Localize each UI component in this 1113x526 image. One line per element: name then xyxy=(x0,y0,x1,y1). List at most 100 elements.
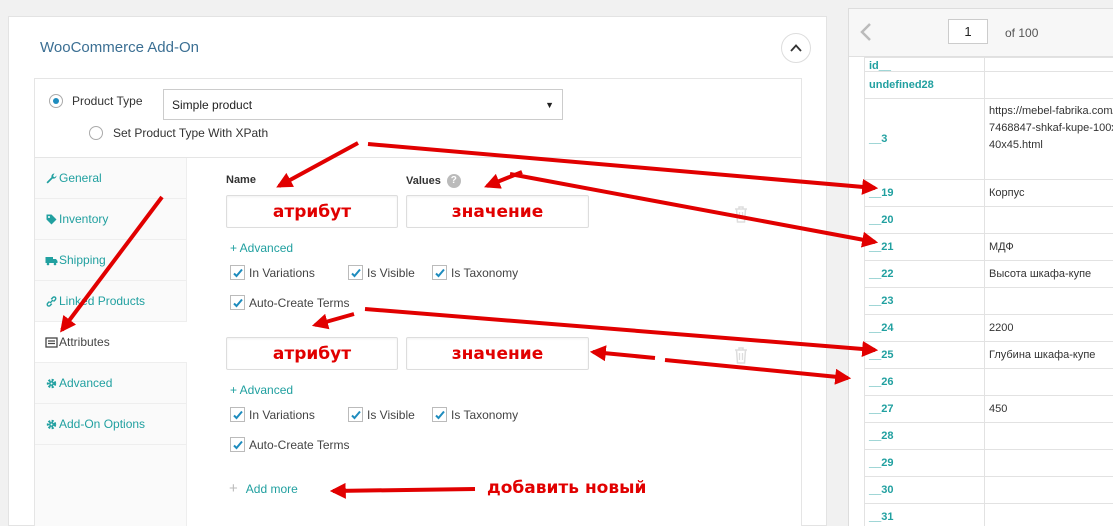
xml-row: __3https://mebel-fabrika.com/p57468847-s… xyxy=(864,98,1113,180)
is-visible-checkbox[interactable] xyxy=(348,407,363,422)
list-icon xyxy=(45,336,58,349)
xpath-radio[interactable] xyxy=(89,126,103,140)
xml-key-cell[interactable]: __28 xyxy=(864,422,985,450)
tab-label: Linked Products xyxy=(59,294,146,308)
auto-create-checkbox[interactable] xyxy=(230,437,245,452)
is-taxonomy-checkbox[interactable] xyxy=(432,265,447,280)
attribute-values-input[interactable]: значение xyxy=(406,337,589,370)
advanced-toggle[interactable]: + Advanced xyxy=(230,241,293,255)
auto-create-checkbox-row[interactable]: Auto-Create Terms xyxy=(230,437,349,452)
xml-key-cell[interactable]: undefined28 xyxy=(864,71,985,99)
attributes-panel: Name Values? атрибут значение + Advanced… xyxy=(187,158,801,526)
panel-title: WooCommerce Add-On xyxy=(40,39,199,56)
product-data-tabs: General Inventory Shipping Linked Produc… xyxy=(35,158,187,526)
checkmark-icon xyxy=(434,410,445,419)
product-data-box: General Inventory Shipping Linked Produc… xyxy=(35,157,801,526)
checkbox-label: Auto-Create Terms xyxy=(249,295,350,310)
name-column-label: Name xyxy=(226,174,256,186)
xml-row: __22 Высота шкафа-купе xyxy=(864,260,1113,288)
xpath-radio-row[interactable]: Set Product Type With XPath xyxy=(89,126,268,140)
xml-key-cell[interactable]: __31 xyxy=(864,503,985,526)
link-icon xyxy=(45,295,58,308)
xml-value-cell xyxy=(984,57,1113,72)
checkbox-label: In Variations xyxy=(249,407,315,422)
tab-label: Attributes xyxy=(59,335,110,349)
attribute-values-value: значение xyxy=(451,343,544,364)
attribute-name-input[interactable]: атрибут xyxy=(226,337,398,370)
is-visible-checkbox[interactable] xyxy=(348,265,363,280)
trash-icon[interactable] xyxy=(733,346,749,364)
in-variations-checkbox-row[interactable]: In Variations xyxy=(230,265,315,280)
in-variations-checkbox[interactable] xyxy=(230,265,245,280)
in-variations-checkbox[interactable] xyxy=(230,407,245,422)
tab-add-on-options[interactable]: Add-On Options xyxy=(35,404,186,445)
tab-shipping[interactable]: Shipping xyxy=(35,240,186,281)
checkbox-label: In Variations xyxy=(249,265,315,280)
product-type-radio-row[interactable]: Product Type xyxy=(49,94,143,108)
checkmark-icon xyxy=(350,410,361,419)
tab-advanced[interactable]: Advanced xyxy=(35,363,186,404)
auto-create-checkbox-row[interactable]: Auto-Create Terms xyxy=(230,295,349,310)
pager: 1 of 100 xyxy=(849,9,1113,57)
page-number-input[interactable]: 1 xyxy=(948,19,988,44)
is-visible-checkbox-row[interactable]: Is Visible xyxy=(348,265,415,280)
xml-key-cell[interactable]: __25 xyxy=(864,341,985,369)
xml-key-cell[interactable]: __22 xyxy=(864,260,985,288)
xml-key-cell[interactable]: __24 xyxy=(864,314,985,342)
product-type-label: Product Type xyxy=(72,94,143,108)
help-icon[interactable]: ? xyxy=(446,174,461,188)
is-visible-checkbox-row[interactable]: Is Visible xyxy=(348,407,415,422)
tab-linked-products[interactable]: Linked Products xyxy=(35,281,186,322)
xml-key-cell[interactable]: __19 xyxy=(864,179,985,207)
xpath-label: Set Product Type With XPath xyxy=(113,126,269,140)
xml-key-cell[interactable]: __20 xyxy=(864,206,985,234)
attribute-name-value: атрибут xyxy=(272,201,352,222)
advanced-toggle[interactable]: + Advanced xyxy=(230,383,293,397)
tab-general[interactable]: General xyxy=(35,158,186,199)
tab-label: Shipping xyxy=(59,253,106,267)
addon-inner-box: Product Type Simple product ▼ Set Produc… xyxy=(34,78,802,526)
checkbox-label: Is Visible xyxy=(367,407,415,422)
attribute-name-input[interactable]: атрибут xyxy=(226,195,398,228)
wrench-icon xyxy=(45,172,58,185)
collapse-button[interactable] xyxy=(781,33,811,63)
xml-key-cell[interactable]: __23 xyxy=(864,287,985,315)
xml-value-cell xyxy=(984,449,1113,477)
xml-value-cell: Глубина шкафа-купе xyxy=(984,341,1113,369)
is-taxonomy-checkbox[interactable] xyxy=(432,407,447,422)
tab-attributes[interactable]: Attributes xyxy=(35,322,187,363)
in-variations-checkbox-row[interactable]: In Variations xyxy=(230,407,315,422)
xml-key-cell[interactable]: __26 xyxy=(864,368,985,396)
xml-key-cell[interactable]: __3 xyxy=(864,98,985,180)
xml-key-cell[interactable]: id__ xyxy=(864,57,985,72)
xml-row: __30 xyxy=(864,476,1113,504)
product-type-select[interactable]: Simple product ▼ xyxy=(163,89,563,120)
xml-key-cell[interactable]: __27 xyxy=(864,395,985,423)
xml-key-cell[interactable]: __29 xyxy=(864,449,985,477)
checkbox-label: Auto-Create Terms xyxy=(249,437,350,452)
xml-row: id__ xyxy=(864,57,1113,72)
xml-key-cell[interactable]: __21 xyxy=(864,233,985,261)
checkmark-icon xyxy=(434,268,445,277)
product-type-select-value: Simple product xyxy=(172,98,253,112)
attribute-name-value: атрибут xyxy=(272,343,352,364)
chevron-left-icon[interactable] xyxy=(857,21,877,43)
add-more-button[interactable]: + Add more xyxy=(229,480,298,497)
xml-preview-panel: 1 of 100 id__ undefined28 __3 https://mebel… xyxy=(848,8,1113,526)
product-type-radio[interactable] xyxy=(49,94,63,108)
chevron-up-icon xyxy=(790,44,802,52)
attribute-values-input[interactable]: значение xyxy=(406,195,589,228)
checkbox-label: Is Taxonomy xyxy=(451,407,519,422)
auto-create-checkbox[interactable] xyxy=(230,295,245,310)
checkmark-icon xyxy=(232,410,243,419)
tab-inventory[interactable]: Inventory xyxy=(35,199,186,240)
values-label-text: Values xyxy=(406,174,441,187)
checkbox-label: Is Taxonomy xyxy=(451,265,519,280)
xml-key-cell[interactable]: __30 xyxy=(864,476,985,504)
xml-value-cell xyxy=(984,368,1113,396)
is-taxonomy-checkbox-row[interactable]: Is Taxonomy xyxy=(432,265,518,280)
xml-data-table: id__ undefined28 __3 https://mebel-fabrika.… xyxy=(864,57,1113,526)
trash-icon[interactable] xyxy=(733,205,749,223)
is-taxonomy-checkbox-row[interactable]: Is Taxonomy xyxy=(432,407,518,422)
xml-value-cell xyxy=(984,422,1113,450)
